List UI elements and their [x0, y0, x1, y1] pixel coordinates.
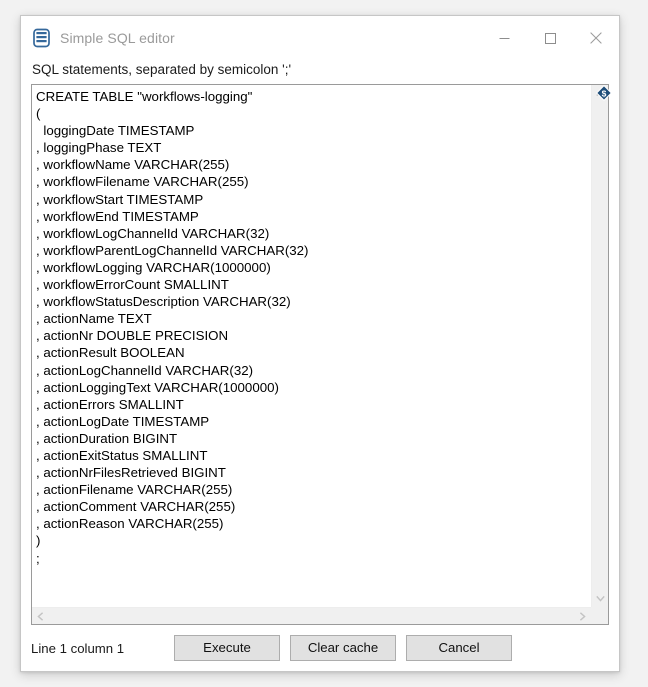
svg-text:$: $ [602, 88, 607, 98]
scroll-down-arrow-icon[interactable] [592, 590, 609, 607]
editor-horizontal-scrollbar[interactable] [32, 607, 591, 624]
title-bar-left-group: Simple SQL editor [21, 28, 175, 48]
close-icon [590, 32, 602, 44]
simple-sql-editor-window: Simple SQL editor [20, 15, 620, 672]
dialog-footer: Line 1 column 1 Execute Clear cache Canc… [21, 625, 619, 671]
window-title-bar[interactable]: Simple SQL editor [21, 16, 619, 60]
scrollbar-corner [591, 607, 608, 624]
desktop-background: Simple SQL editor [0, 0, 648, 687]
scroll-right-arrow-icon[interactable] [574, 608, 591, 625]
clear-cache-button[interactable]: Clear cache [290, 635, 396, 661]
cancel-button[interactable]: Cancel [406, 635, 512, 661]
maximize-button[interactable] [527, 16, 573, 60]
database-icon [33, 28, 50, 48]
window-controls [481, 16, 619, 60]
sql-editor-textarea[interactable]: CREATE TABLE "workflows-logging" ( loggi… [32, 85, 591, 607]
minimize-icon [499, 33, 510, 44]
caret-position-status: Line 1 column 1 [31, 641, 174, 656]
dialog-button-row: Execute Clear cache Cancel [174, 635, 512, 661]
scroll-left-arrow-icon[interactable] [32, 608, 49, 625]
minimize-button[interactable] [481, 16, 527, 60]
window-body: SQL statements, separated by semicolon '… [21, 60, 619, 625]
editor-label: SQL statements, separated by semicolon '… [31, 60, 609, 84]
execute-button[interactable]: Execute [174, 635, 280, 661]
blue-diamond-marker-icon[interactable]: $ [596, 85, 612, 101]
close-button[interactable] [573, 16, 619, 60]
window-title-text: Simple SQL editor [60, 30, 175, 46]
sql-editor-container: CREATE TABLE "workflows-logging" ( loggi… [31, 84, 609, 625]
maximize-icon [545, 33, 556, 44]
editor-vertical-scrollbar[interactable] [591, 85, 608, 607]
